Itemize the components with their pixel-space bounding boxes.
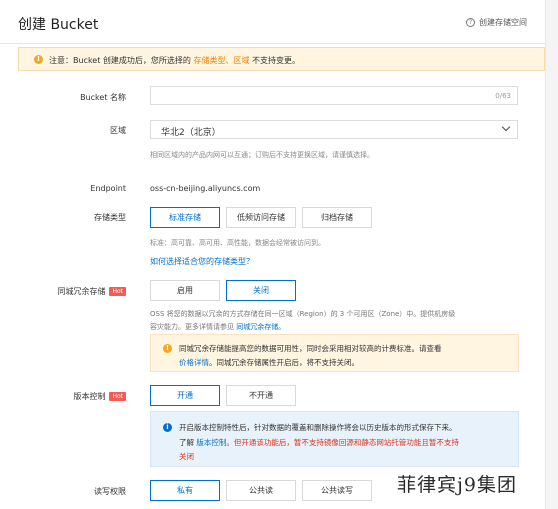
endpoint-value: oss-cn-beijing.aliyuncs.com <box>150 184 261 193</box>
dialog-header: 创建 Bucket ? 创建存储空间 <box>0 0 545 44</box>
storage-class-standard[interactable]: 标准存储 <box>150 207 220 228</box>
notice-highlight: 存储类型、区域 <box>193 56 250 65</box>
versioning-disable[interactable]: 不开通 <box>226 385 296 406</box>
scrollbar[interactable] <box>545 0 558 509</box>
zone-redundancy-doc-link[interactable]: 同城冗余存储。 <box>236 323 285 331</box>
price-detail-link[interactable]: 价格详情 <box>179 358 209 367</box>
warning-line-1: 同城冗余存储能提高您的数据可用性，同时会采用相对较高的计费标准。请查看 <box>179 344 442 353</box>
info-line-1: 开启版本控制特性后，针对数据的覆盖和删除操作将会以历史版本的形式保存下来。 <box>179 423 457 432</box>
hot-badge: Hot <box>109 287 126 296</box>
zone-redundancy-desc-2: 容灾能力。更多详情请参见 同城冗余存储。 <box>150 323 286 331</box>
storage-class-label: 存储类型 <box>94 213 126 222</box>
question-circle-icon: ? <box>466 18 475 27</box>
region-label: 区域 <box>110 126 126 135</box>
versioning-label: 版本控制 Hot <box>73 391 126 402</box>
warning-icon: ! <box>163 344 172 353</box>
versioning-info: i 开启版本控制特性后，针对数据的覆盖和删除操作将会以历史版本的形式保存下来。 … <box>150 411 519 467</box>
watermark: 菲律宾j9集团 <box>397 474 517 496</box>
storage-class-hint: 标准：高可靠、高可用、高性能，数据会经常被访问到。 <box>150 239 325 247</box>
acl-label: 读写权限 <box>94 487 126 496</box>
zone-redundancy-label: 同城冗余存储 Hot <box>57 286 126 297</box>
zone-redundancy-desc-1: OSS 将您的数据以冗余的方式存储在同一区域（Region）的 3 个可用区（Z… <box>150 310 456 318</box>
acl-public-read[interactable]: 公共读 <box>226 480 296 501</box>
char-counter: 0/63 <box>495 92 511 100</box>
bucket-name-input[interactable]: 0/63 <box>150 86 518 105</box>
zone-redundancy-disable[interactable]: 关闭 <box>226 280 296 301</box>
notice-text: 注意：Bucket 创建成功后，您所选择的 存储类型、区域 不支持变更。 <box>49 56 300 65</box>
help-link-label: 创建存储空间 <box>479 18 527 27</box>
acl-public-read-write[interactable]: 公共读写 <box>302 480 372 501</box>
create-bucket-help-link[interactable]: ? 创建存储空间 <box>466 17 527 28</box>
storage-class-archive[interactable]: 归档存储 <box>302 207 372 228</box>
versioning-doc-link[interactable]: 版本控制 <box>196 438 226 447</box>
endpoint-label: Endpoint <box>90 184 126 193</box>
storage-class-ia[interactable]: 低频访问存储 <box>226 207 296 228</box>
hot-badge: Hot <box>109 392 126 401</box>
chevron-down-icon <box>501 122 511 132</box>
info-line-2: 了解 版本控制。但开通该功能后，暂不支持镜像回源和静态网站托管功能且暂不支持 <box>179 438 459 447</box>
info-line-3: 关闭 <box>179 452 194 461</box>
notice-banner: ! 注意：Bucket 创建成功后，您所选择的 存储类型、区域 不支持变更。 <box>18 47 545 71</box>
bucket-name-label: Bucket 名称 <box>80 93 126 102</box>
zone-redundancy-enable[interactable]: 启用 <box>150 280 220 301</box>
info-icon: i <box>163 423 172 432</box>
acl-private[interactable]: 私有 <box>150 480 220 501</box>
zone-redundancy-warning: ! 同城冗余存储能提高您的数据可用性，同时会采用相对较高的计费标准。请查看 价格… <box>150 334 519 372</box>
versioning-enable[interactable]: 开通 <box>150 385 220 406</box>
warning-icon: ! <box>34 55 43 64</box>
storage-class-help-link[interactable]: 如何选择适合您的存储类型？ <box>150 256 254 267</box>
region-select[interactable]: 华北2（北京） <box>150 120 518 139</box>
warning-line-2: 价格详情。同城冗余存储属性开启后，将不支持关闭。 <box>179 358 359 367</box>
page-title: 创建 Bucket <box>18 17 99 33</box>
region-hint: 相同区域内的产品内网可以互通；订购后不支持更换区域，请谨慎选择。 <box>150 151 374 159</box>
region-selected-value: 华北2（北京） <box>161 128 221 138</box>
